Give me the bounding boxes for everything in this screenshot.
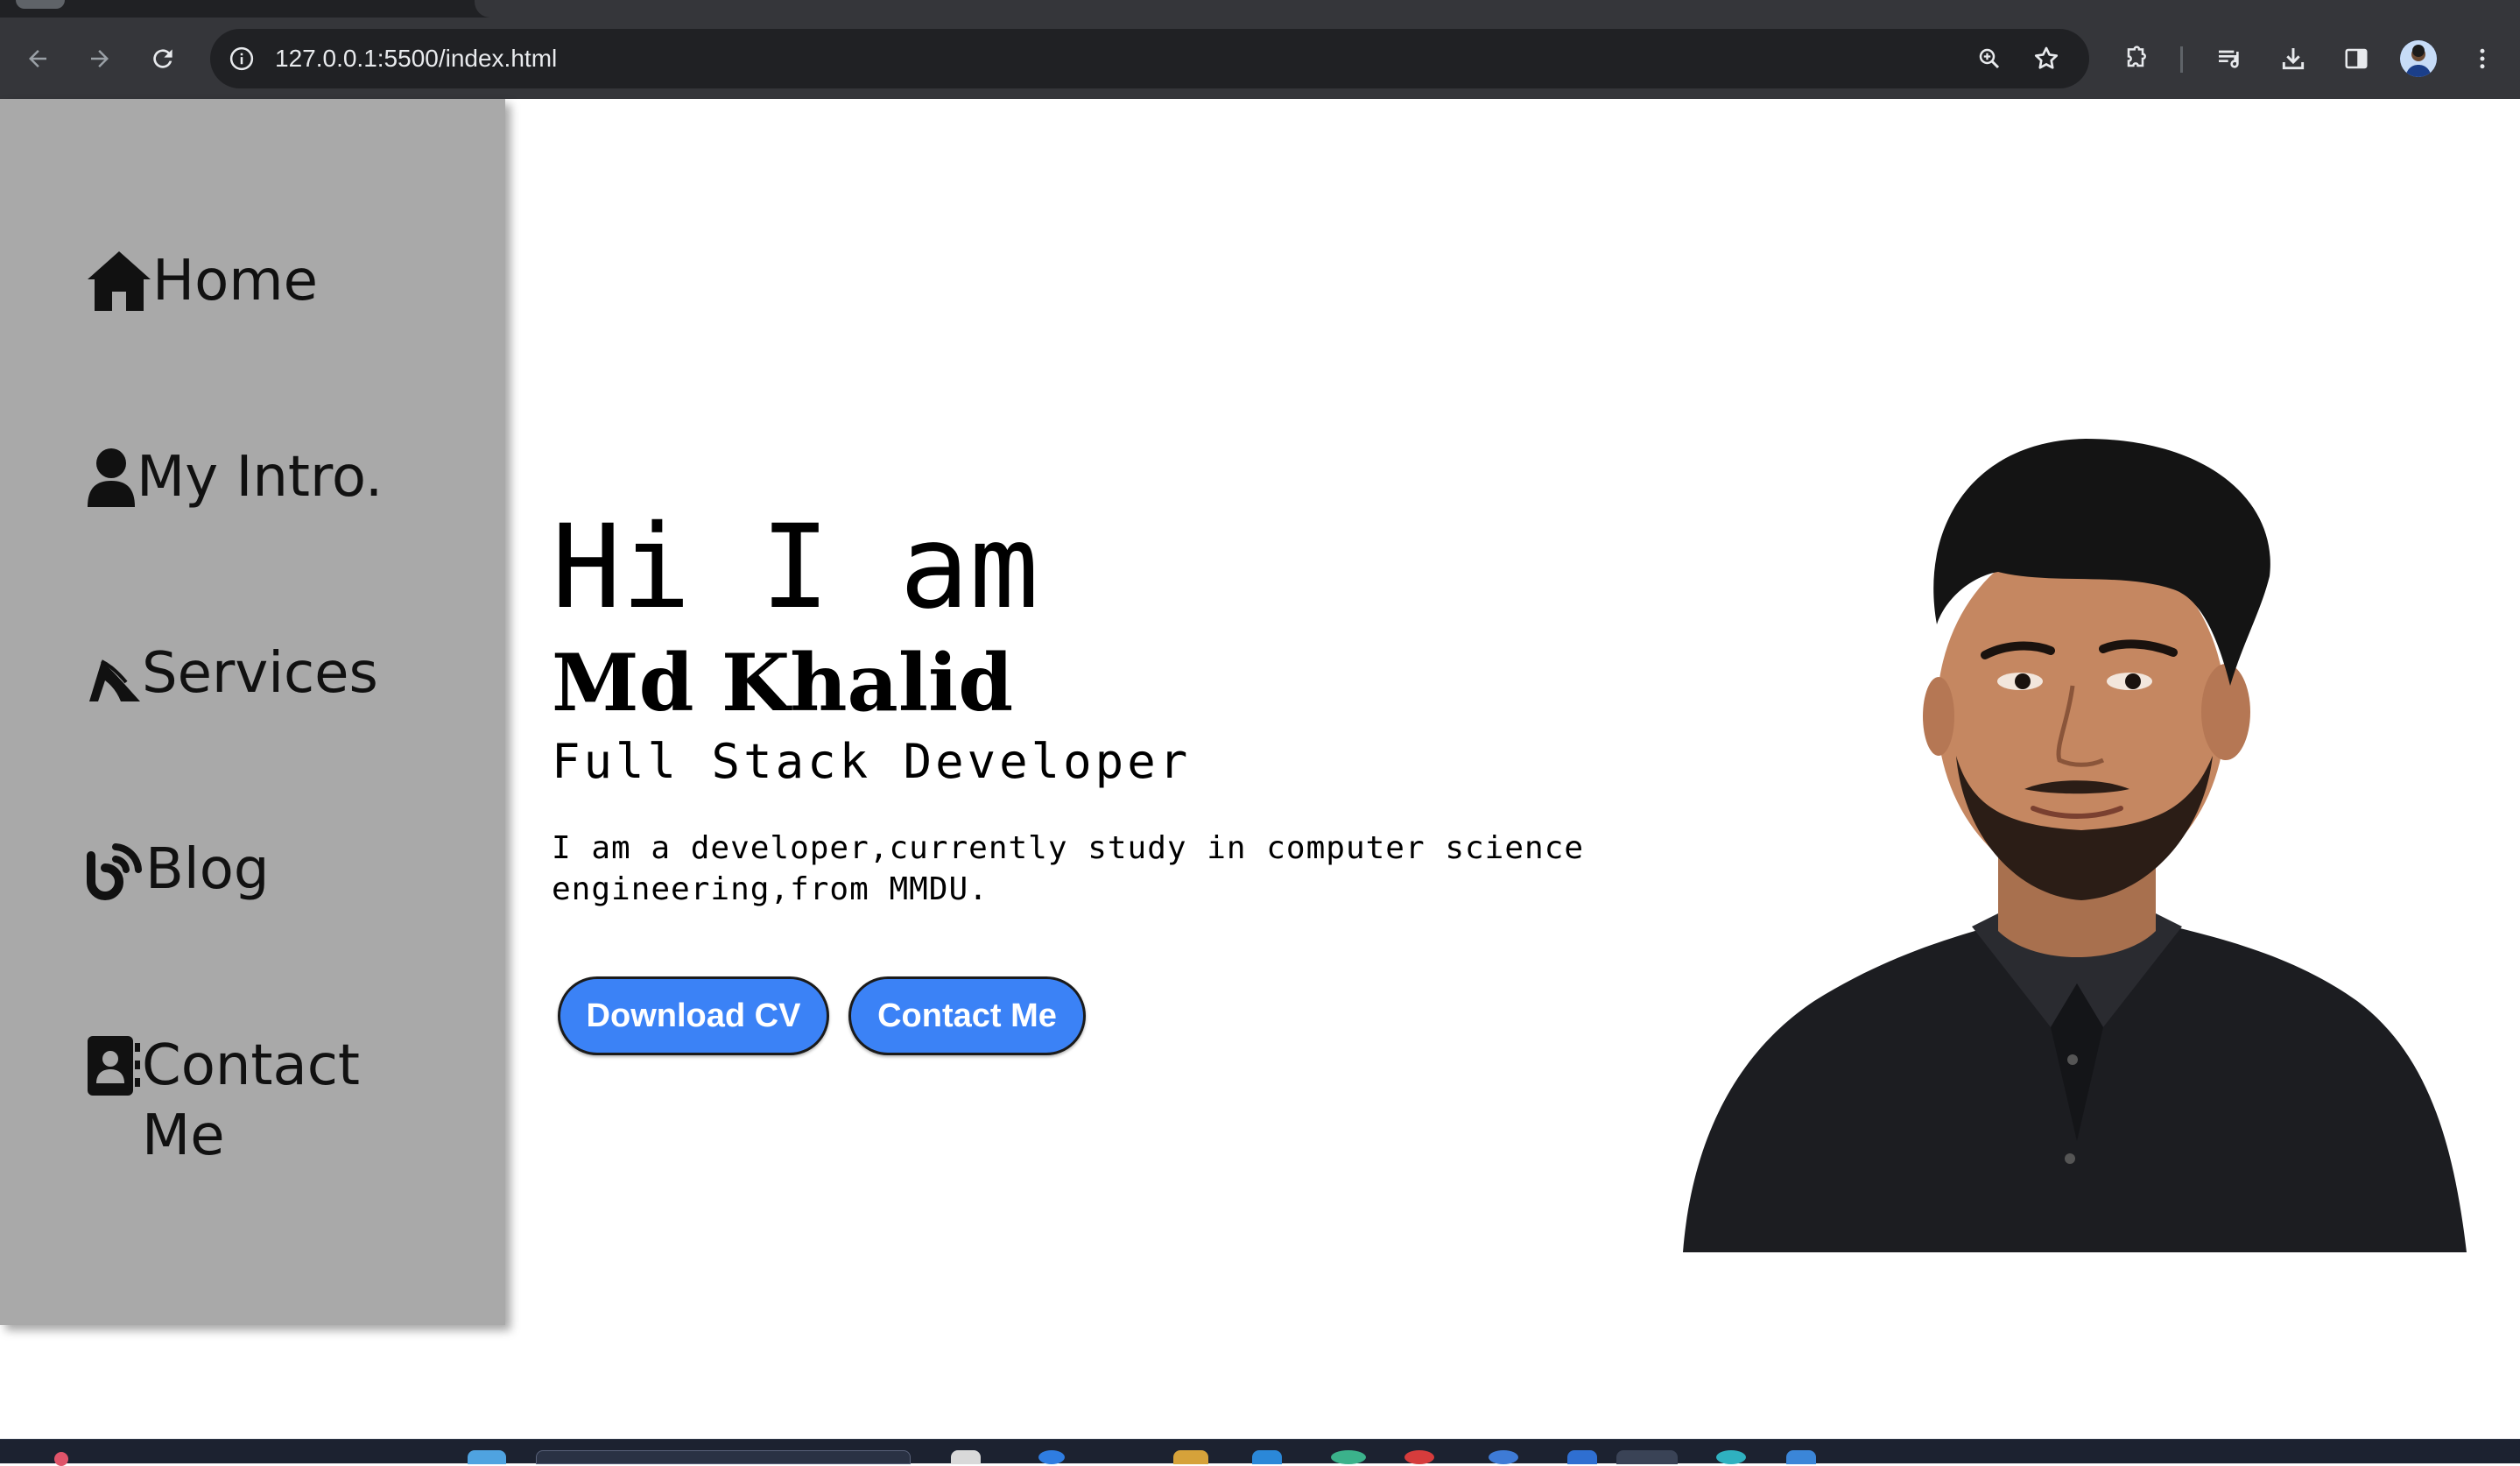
profile-photo <box>1683 439 2467 1252</box>
house-icon <box>88 251 151 311</box>
profile-avatar[interactable] <box>2400 40 2437 77</box>
app-icon[interactable] <box>1404 1450 1434 1464</box>
contact-book-icon <box>88 1036 140 1096</box>
sidebar-item-my-intro[interactable]: My Intro. <box>86 442 436 512</box>
zoom-icon[interactable] <box>1972 41 2007 76</box>
sidebar-item-label: Home <box>152 249 318 314</box>
contact-me-button[interactable]: Contact Me <box>848 976 1086 1055</box>
side-panel-icon[interactable] <box>2336 39 2376 79</box>
developer-role: Full Stack Developer <box>552 734 1192 789</box>
download-icon[interactable] <box>2273 39 2313 79</box>
sidebar-item-services[interactable]: Services <box>86 638 436 708</box>
browser-toolbar: 127.0.0.1:5500/index.html <box>0 18 2520 99</box>
user-icon <box>88 448 135 507</box>
active-tab[interactable] <box>475 0 2520 18</box>
page-viewport: Home My Intro. Services Blog Contact Me … <box>0 99 2520 1439</box>
sidebar-item-home[interactable]: Home <box>86 246 436 316</box>
services-icon <box>89 659 140 701</box>
sidebar-item-contact-me[interactable]: Contact Me <box>86 1031 436 1171</box>
site-info-icon[interactable] <box>224 41 259 76</box>
sidebar-item-label: Services <box>142 641 378 706</box>
forward-arrow-icon[interactable] <box>80 39 120 79</box>
sidebar-nav: Home My Intro. Services Blog Contact Me <box>0 99 505 1325</box>
app-icon[interactable] <box>1252 1450 1282 1464</box>
reload-icon[interactable] <box>143 39 183 79</box>
sidebar-item-label: My Intro. <box>137 445 384 510</box>
blog-icon <box>87 843 142 900</box>
greeting-heading: Hi I am <box>552 500 1039 635</box>
tab-strip <box>0 0 2520 18</box>
more-menu-icon[interactable] <box>2462 39 2502 79</box>
chrome-icon[interactable] <box>1616 1450 1678 1464</box>
inactive-tab[interactable] <box>16 0 65 9</box>
extensions-icon[interactable] <box>2115 39 2156 79</box>
os-taskbar <box>0 1439 2520 1466</box>
task-view-icon[interactable] <box>951 1450 981 1464</box>
app-icon[interactable] <box>1331 1450 1366 1464</box>
download-cv-button[interactable]: Download CV <box>558 976 829 1055</box>
sidebar-item-label: Blog <box>145 837 270 902</box>
search-box[interactable] <box>536 1450 911 1464</box>
address-bar[interactable]: 127.0.0.1:5500/index.html <box>210 29 2089 88</box>
app-icon[interactable] <box>1786 1450 1816 1464</box>
app-icon[interactable] <box>1038 1450 1065 1464</box>
weather-icon[interactable] <box>54 1452 68 1466</box>
file-explorer-icon[interactable] <box>1173 1450 1208 1464</box>
back-arrow-icon[interactable] <box>18 39 58 79</box>
developer-name: Md Khalid <box>552 637 1014 729</box>
start-icon[interactable] <box>468 1450 506 1464</box>
app-icon[interactable] <box>1489 1450 1518 1464</box>
sidebar-item-blog[interactable]: Blog <box>86 835 436 905</box>
app-icon[interactable] <box>1567 1450 1597 1464</box>
bio-text: I am a developer,currently study in comp… <box>552 830 1585 907</box>
toolbar-divider <box>2180 46 2183 73</box>
app-icon[interactable] <box>1716 1450 1746 1464</box>
sidebar-item-label: Contact Me <box>142 1033 360 1168</box>
media-queue-icon[interactable] <box>2209 39 2249 79</box>
bookmark-star-icon[interactable] <box>2029 41 2064 76</box>
url-text[interactable]: 127.0.0.1:5500/index.html <box>275 29 557 88</box>
